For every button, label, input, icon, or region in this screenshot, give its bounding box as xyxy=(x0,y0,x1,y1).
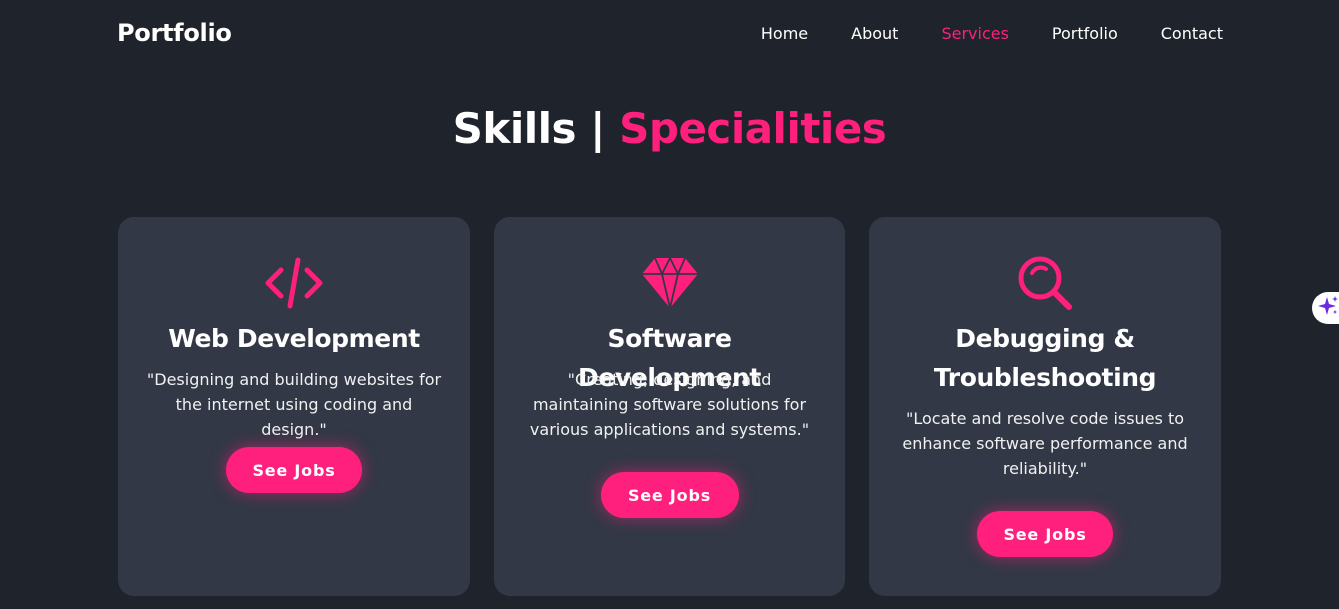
see-jobs-button[interactable]: See Jobs xyxy=(226,447,362,493)
side-widget-button[interactable] xyxy=(1312,292,1339,324)
card-title: Web Development xyxy=(168,324,420,353)
section-title: Skills | Specialities xyxy=(0,104,1339,153)
section-title-accent: Specialities xyxy=(619,104,887,153)
service-card-software-development: Software Development "Creating, designin… xyxy=(494,217,845,596)
see-jobs-button[interactable]: See Jobs xyxy=(600,472,739,518)
see-jobs-button[interactable]: See Jobs xyxy=(977,511,1113,557)
card-description: "Designing and building websites for the… xyxy=(146,370,442,439)
nav-services[interactable]: Services xyxy=(941,24,1008,43)
nav-home[interactable]: Home xyxy=(761,24,808,43)
nav-contact[interactable]: Contact xyxy=(1161,24,1223,43)
service-card-web-development: Web Development "Designing and building … xyxy=(118,217,470,596)
sparkle-icon xyxy=(1316,294,1339,322)
card-description: "Locate and resolve code issues to enhan… xyxy=(902,409,1188,478)
code-icon xyxy=(263,255,325,311)
nav-portfolio[interactable]: Portfolio xyxy=(1052,24,1118,43)
nav-about[interactable]: About xyxy=(851,24,898,43)
logo[interactable]: Portfolio xyxy=(117,19,232,47)
card-description: "Creating, designing, and maintaining so… xyxy=(529,370,810,439)
page: Portfolio Home About Services Portfolio … xyxy=(0,0,1339,609)
gem-icon xyxy=(639,255,701,311)
main-nav: Home About Services Portfolio Contact xyxy=(718,24,1223,43)
service-card-debugging: Debugging & Troubleshooting "Locate and … xyxy=(869,217,1221,596)
site-header: Portfolio Home About Services Portfolio … xyxy=(0,0,1339,70)
card-title: Debugging & Troubleshooting xyxy=(933,324,1157,392)
section-title-main: Skills | xyxy=(452,104,620,153)
search-icon xyxy=(1014,255,1076,311)
